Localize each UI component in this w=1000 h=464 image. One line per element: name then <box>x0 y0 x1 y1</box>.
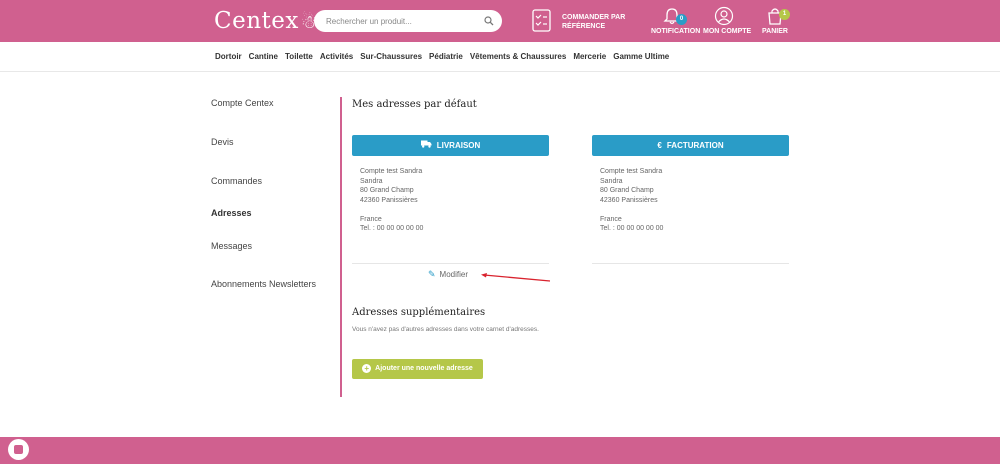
delivery-button-label: LIVRAISON <box>436 141 481 150</box>
search-input[interactable] <box>326 14 476 28</box>
billing-line: Tel. : 00 00 00 00 00 <box>600 225 664 232</box>
site-logo[interactable]: Centex ☃ <box>214 8 318 34</box>
delivery-line <box>360 205 423 215</box>
add-address-label: Ajouter une nouvelle adresse <box>375 365 473 372</box>
plus-circle-icon: + <box>362 364 372 373</box>
search-bar[interactable] <box>314 10 502 32</box>
billing-line: Compte test Sandra <box>600 168 663 175</box>
category-dortoir[interactable]: Dortoir <box>215 52 242 61</box>
delivery-line: Tel. : 00 00 00 00 00 <box>360 225 424 232</box>
billing-line: France <box>600 215 622 223</box>
billing-line: Sandra <box>600 177 623 185</box>
euro-icon: € <box>657 141 662 150</box>
annotation-arrow <box>481 273 551 282</box>
delivery-address: Compte test Sandra Sandra 80 Grand Champ… <box>360 167 423 234</box>
category-vetements[interactable]: Vêtements & Chaussures <box>470 52 566 61</box>
sidebar-divider <box>340 97 342 397</box>
chat-widget[interactable] <box>8 439 29 460</box>
cart-badge: 1 <box>779 9 790 20</box>
category-gamme-ultime[interactable]: Gamme Ultime <box>613 52 669 61</box>
user-icon <box>714 6 734 26</box>
delivery-line: 80 Grand Champ <box>360 187 414 194</box>
order-by-reference[interactable]: COMMANDER PAR RÉFÉRENCE <box>531 8 641 36</box>
order-ref-label: COMMANDER PAR RÉFÉRENCE <box>562 13 625 31</box>
logo-text: Centex <box>214 8 299 34</box>
checklist-icon <box>532 9 551 32</box>
delivery-line: France <box>360 215 382 223</box>
category-mercerie[interactable]: Mercerie <box>573 52 606 61</box>
notification-badge: 0 <box>676 14 687 25</box>
delivery-line: 42360 Panissières <box>360 196 418 204</box>
footer-bar <box>0 437 1000 464</box>
sidebar-item-newsletters[interactable]: Abonnements Newsletters <box>211 279 316 289</box>
delivery-button[interactable]: LIVRAISON <box>352 135 549 156</box>
account-label: MON COMPTE <box>703 28 752 35</box>
extra-addresses-title: Adresses supplémentaires <box>352 307 486 318</box>
add-address-button[interactable]: + Ajouter une nouvelle adresse <box>352 359 483 379</box>
billing-line <box>600 205 663 215</box>
chat-icon <box>14 445 23 454</box>
edit-icon: ✎ <box>428 269 436 279</box>
search-icon[interactable] <box>484 16 494 26</box>
billing-separator <box>592 263 789 264</box>
modify-label: Modifier <box>439 270 468 279</box>
delivery-line: Sandra <box>360 177 383 185</box>
sidebar-item-adresses[interactable]: Adresses <box>211 208 252 218</box>
billing-address: Compte test Sandra Sandra 80 Grand Champ… <box>600 167 663 234</box>
category-activites[interactable]: Activités <box>320 52 353 61</box>
category-sur-chaussures[interactable]: Sur-Chaussures <box>360 52 422 61</box>
truck-icon <box>420 135 432 156</box>
modify-address-link[interactable]: ✎ Modifier <box>428 269 468 280</box>
category-pediatrie[interactable]: Pédiatrie <box>429 52 463 61</box>
billing-line: 80 Grand Champ <box>600 187 654 194</box>
billing-line: 42360 Panissières <box>600 196 658 204</box>
sidebar-item-devis[interactable]: Devis <box>211 137 234 147</box>
billing-button-label: FACTURATION <box>666 141 724 150</box>
delivery-line: Compte test Sandra <box>360 168 423 175</box>
cart-label: PANIER <box>762 28 788 35</box>
category-cantine[interactable]: Cantine <box>249 52 278 61</box>
no-extra-addresses-text: Vous n'avez pas d'autres adresses dans v… <box>352 326 539 333</box>
category-toilette[interactable]: Toilette <box>285 52 313 61</box>
account-button[interactable]: MON COMPTE <box>703 6 752 35</box>
notification-label: NOTIFICATION <box>651 28 701 35</box>
sidebar-item-compte[interactable]: Compte Centex <box>211 98 274 108</box>
sidebar-item-messages[interactable]: Messages <box>211 241 252 251</box>
order-ref-line1: COMMANDER PAR <box>562 14 626 21</box>
delivery-separator <box>352 263 549 264</box>
default-addresses-title: Mes adresses par défaut <box>352 99 477 110</box>
category-nav: Dortoir Cantine Toilette Activités Sur-C… <box>0 42 1000 72</box>
billing-button[interactable]: € FACTURATION <box>592 135 789 156</box>
order-ref-line2: RÉFÉRENCE <box>562 23 606 30</box>
sidebar-item-commandes[interactable]: Commandes <box>211 176 262 186</box>
